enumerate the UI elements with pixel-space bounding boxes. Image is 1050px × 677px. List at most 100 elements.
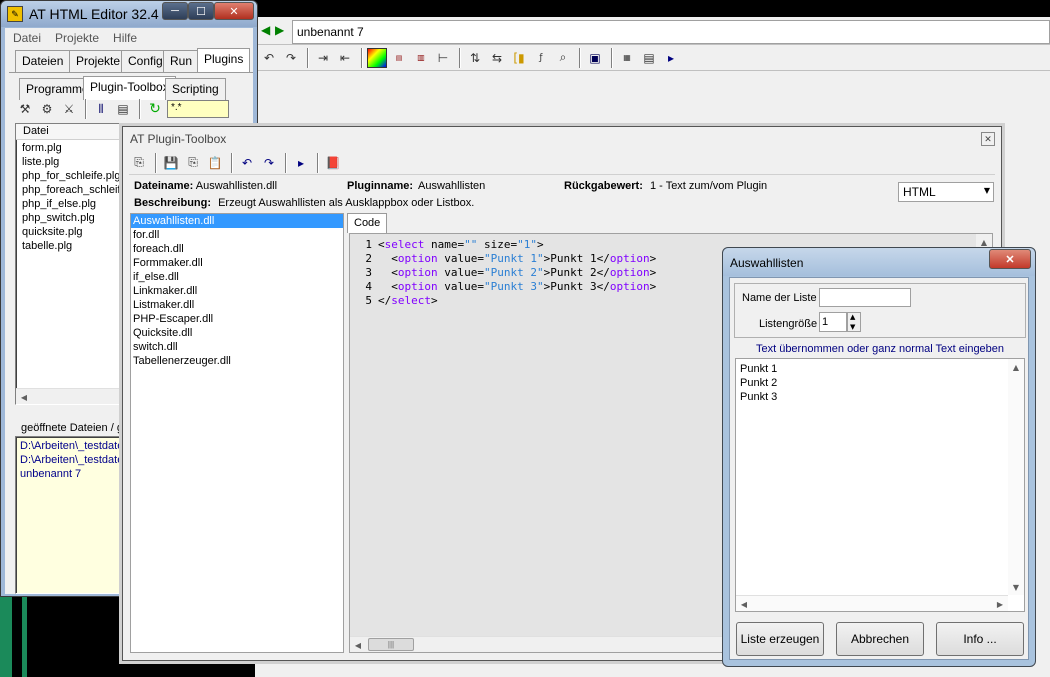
name-der-liste-input[interactable] (819, 288, 911, 307)
menu-hilfe[interactable]: Hilfe (113, 31, 137, 45)
save-icon[interactable]: 💾 (161, 153, 181, 173)
dll-list-item[interactable]: Tabellenerzeuger.dll (131, 354, 343, 368)
code-line: 2 <option value="Punkt 1">Punkt 1</optio… (350, 252, 656, 266)
window-icon[interactable]: ▣ (585, 48, 605, 68)
minimize-button[interactable]: ─ (162, 2, 188, 20)
chevron-down-icon[interactable]: ▼ (984, 186, 990, 195)
refresh-icon[interactable]: ↻ (145, 99, 165, 119)
preview-icon[interactable]: ▤ (639, 48, 659, 68)
app-logo-icon: ✎ (7, 6, 23, 22)
dll-list-item[interactable]: if_else.dll (131, 270, 343, 284)
paste-icon[interactable]: 📋 (205, 153, 225, 173)
search-doc-icon[interactable]: ⌕ (553, 48, 573, 68)
menu-projekte[interactable]: Projekte (55, 31, 99, 45)
dll-list[interactable]: Auswahllisten.dll for.dll foreach.dll Formm… (130, 213, 344, 653)
run-icon[interactable]: ▸ (661, 48, 681, 68)
dll-list-item[interactable]: Quicksite.dll (131, 326, 343, 340)
func-icon[interactable]: ƒ (531, 48, 551, 68)
listengroesse-stepper[interactable]: ▲ ▼ (847, 312, 861, 332)
menu-datei[interactable]: Datei (13, 31, 41, 45)
tab-code[interactable]: Code (347, 213, 388, 233)
tools-icon[interactable]: ⚒ (15, 99, 35, 119)
tab-run[interactable]: Run (163, 50, 200, 72)
html-php-basic-icon[interactable]: ▤ (389, 48, 409, 68)
prev-doc-arrow-icon[interactable]: ◀ (261, 23, 270, 37)
filter-input[interactable]: *.* (167, 100, 229, 118)
stepper-down-icon[interactable]: ▼ (850, 323, 855, 331)
dialog-text-line[interactable]: Punkt 2 (738, 376, 1022, 390)
close-button[interactable]: ✕ (214, 2, 254, 20)
liste-erzeugen-button[interactable]: Liste erzeugen (736, 622, 824, 656)
undo-icon[interactable]: ↶ (237, 153, 257, 173)
dll-list-item[interactable]: for.dll (131, 228, 343, 242)
scroll-left-arrow-icon[interactable]: ◀ (16, 389, 32, 405)
scroll-thumb[interactable]: ||| (368, 638, 414, 651)
toolbox-toolbar: ⎘ 💾 ⎘ 📋 ↶ ↷ ▸ 📕 (129, 151, 995, 175)
run-plugin-icon[interactable]: ▸ (291, 153, 311, 173)
tree-icon[interactable]: ⊢ (433, 48, 453, 68)
dialog-close-button[interactable]: ✕ (989, 249, 1031, 269)
maximize-button[interactable]: ☐ (188, 2, 214, 20)
dll-list-item[interactable]: foreach.dll (131, 242, 343, 256)
listengroesse-label: Listengröße (759, 318, 818, 330)
color-picker-icon[interactable] (367, 47, 387, 68)
next-doc-arrow-icon[interactable]: ▶ (275, 23, 284, 37)
copy-icon[interactable]: ⎘ (183, 153, 203, 173)
redo-icon[interactable]: ↷ (281, 48, 301, 68)
dialog-hscrollbar[interactable]: ◀ ▶ (736, 595, 1008, 611)
open-plugin-icon[interactable]: ⎘ (129, 153, 149, 173)
dll-list-item[interactable]: Listmaker.dll (131, 298, 343, 312)
install-plugin-icon[interactable]: ⚙ (37, 99, 57, 119)
scroll-left-arrow-icon[interactable]: ◀ (350, 637, 366, 653)
toolbox-title: AT Plugin-Toolbox (130, 132, 227, 146)
main-window-title: AT HTML Editor 32.4 (29, 6, 159, 22)
code-string: "" (464, 238, 478, 251)
toolbar-separator (459, 47, 461, 68)
indent-icon[interactable]: ⇥ (313, 48, 333, 68)
undo-icon[interactable]: ↶ (259, 48, 279, 68)
document-tab[interactable]: unbenannt 7 (292, 20, 1050, 44)
replace-icon[interactable]: ⇆ (487, 48, 507, 68)
abbrechen-button[interactable]: Abbrechen (836, 622, 924, 656)
format-select[interactable]: HTML ▼ (898, 182, 994, 202)
tab-projekte[interactable]: Projekte (69, 50, 128, 72)
scroll-right-arrow-icon[interactable]: ▶ (992, 596, 1008, 612)
dialog-text-area[interactable]: Punkt 1 Punkt 2 Punkt 3 ▲ ▼ ◀ ▶ (735, 358, 1025, 612)
code-text: </ (378, 294, 392, 307)
asp-jsp-icon[interactable]: ▦ (617, 48, 637, 68)
dialog-text-line[interactable]: Punkt 3 (738, 390, 1022, 404)
dialog-client: Name der Liste Listengröße 1 ▲ ▼ Text üb… (729, 277, 1029, 660)
outdent-icon[interactable]: ⇤ (335, 48, 355, 68)
toolbox-close-icon[interactable]: ✕ (981, 132, 995, 146)
dialog-vscrollbar[interactable]: ▲ ▼ (1008, 359, 1024, 595)
plugin-list-icon[interactable]: ▤ (113, 99, 133, 119)
split-view-icon[interactable]: ⫴ (91, 99, 111, 119)
dll-list-item[interactable]: PHP-Escaper.dll (131, 312, 343, 326)
menu-bar: Datei Projekte Hilfe (5, 28, 253, 48)
scroll-left-arrow-icon[interactable]: ◀ (736, 596, 752, 612)
tab-dateien[interactable]: Dateien (15, 50, 71, 72)
name-der-liste-label: Name der Liste (742, 292, 817, 304)
dll-list-item[interactable]: Auswahllisten.dll (131, 214, 343, 228)
remove-plugin-icon[interactable]: ⚔ (59, 99, 79, 119)
redo-icon[interactable]: ↷ (259, 153, 279, 173)
auswahllisten-dialog: Auswahllisten ✕ Name der Liste Listengrö… (722, 247, 1036, 667)
sort-icon[interactable]: ⇅ (465, 48, 485, 68)
dialog-text-line[interactable]: Punkt 1 (738, 362, 1022, 376)
dll-list-item[interactable]: Formmaker.dll (131, 256, 343, 270)
bracket-icon[interactable]: [▮ (509, 48, 529, 68)
stepper-up-icon[interactable]: ▲ (850, 313, 855, 321)
tab-scripting[interactable]: Scripting (165, 78, 226, 100)
code-icon[interactable]: ▥ (411, 48, 431, 68)
dll-list-item[interactable]: switch.dll (131, 340, 343, 354)
info-button[interactable]: Info ... (936, 622, 1024, 656)
help-book-icon[interactable]: 📕 (323, 153, 343, 173)
listengroesse-input[interactable]: 1 (819, 312, 847, 332)
scroll-down-arrow-icon[interactable]: ▼ (1008, 579, 1024, 595)
tab-plugins[interactable]: Plugins (197, 48, 251, 72)
dll-list-item[interactable]: Linkmaker.dll (131, 284, 343, 298)
scroll-up-arrow-icon[interactable]: ▲ (1008, 359, 1024, 375)
tab-plugin-toolbox[interactable]: Plugin-Toolbox (83, 76, 176, 100)
code-text: > (649, 266, 657, 279)
